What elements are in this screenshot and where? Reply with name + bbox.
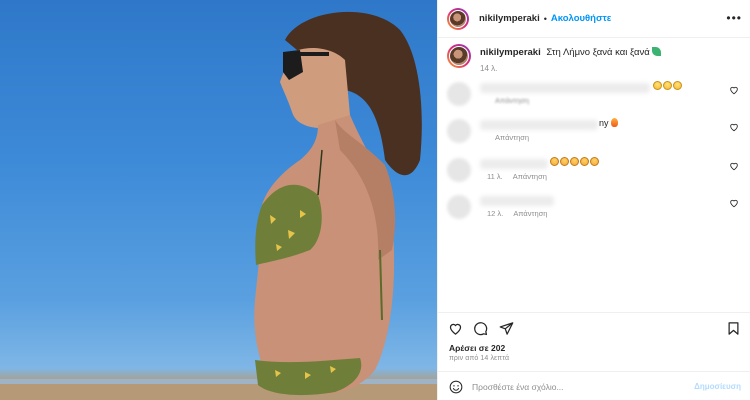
leaf-emoji-icon — [652, 47, 662, 56]
caption-avatar[interactable] — [447, 44, 471, 68]
comment-avatar[interactable] — [447, 119, 471, 143]
comment-meta: 11 λ. Απάντηση — [487, 172, 547, 181]
heart-eyes-emoji-icon — [570, 157, 579, 166]
add-comment-bar: Δημοσίευση — [438, 371, 750, 400]
comment-meta: Απάντηση — [487, 96, 529, 105]
comment-bubble-icon[interactable] — [473, 321, 488, 336]
comment-visible-text: ny — [599, 118, 609, 128]
post-caption: nikilymperaki Στη Λήμνο ξανά και ξανά 14… — [447, 44, 662, 75]
emoji-smile-icon[interactable] — [449, 380, 463, 394]
comment-tail: ny — [599, 118, 619, 128]
more-horizontal-icon[interactable]: ••• — [726, 12, 742, 24]
heart-eyes-emoji-icon — [590, 157, 599, 166]
comment-item: 12 λ. Απάντηση — [447, 193, 743, 223]
avatar[interactable] — [447, 7, 469, 30]
fire-emoji-icon — [611, 118, 619, 127]
comment-emojis — [550, 157, 600, 167]
comment-meta: Απάντηση — [487, 133, 529, 142]
heart-eyes-emoji-icon — [580, 157, 589, 166]
reply-button[interactable]: Απάντηση — [513, 172, 547, 181]
laughing-emoji-icon — [653, 81, 662, 90]
follow-button[interactable]: Ακολουθήστε — [551, 13, 611, 24]
photo-illustration — [0, 11, 437, 400]
like-heart-icon[interactable] — [448, 321, 463, 336]
comment-item: 11 λ. Απάντηση — [447, 156, 743, 186]
comment-meta: 12 λ. Απάντηση — [487, 209, 547, 218]
heart-icon[interactable] — [729, 122, 739, 132]
comment-item: ny Απάντηση — [447, 117, 743, 147]
comment-avatar[interactable] — [447, 82, 471, 106]
comment-time: 12 λ. — [487, 209, 504, 218]
comment-input[interactable] — [472, 378, 682, 395]
post-header: nikilymperaki • Ακολουθήστε ••• — [438, 0, 750, 38]
action-bar — [438, 312, 750, 338]
blurred-comment-text — [480, 83, 650, 93]
laughing-emoji-icon — [663, 81, 672, 90]
blurred-comment-text — [480, 159, 548, 169]
heart-icon[interactable] — [729, 198, 739, 208]
post-comment-button[interactable]: Δημοσίευση — [694, 382, 741, 391]
blurred-comment-text — [480, 120, 598, 130]
heart-icon[interactable] — [729, 85, 739, 95]
comment-time: 11 λ. — [487, 172, 503, 181]
caption-time: 14 λ. — [480, 64, 498, 73]
share-send-icon[interactable] — [499, 321, 514, 336]
laughing-emoji-icon — [673, 81, 682, 90]
post-time-ago: πριν από 14 λεπτά — [449, 355, 510, 362]
bookmark-icon[interactable] — [726, 321, 741, 336]
comment-avatar[interactable] — [447, 195, 471, 219]
caption-username[interactable]: nikilymperaki — [480, 47, 541, 58]
likes-count[interactable]: Αρέσει σε 202 — [449, 343, 505, 353]
reply-button[interactable]: Απάντηση — [513, 209, 547, 218]
comment-avatar[interactable] — [447, 158, 471, 182]
comment-item: Απάντηση — [447, 80, 743, 110]
heart-icon[interactable] — [729, 161, 739, 171]
comment-emojis — [653, 81, 683, 91]
heart-eyes-emoji-icon — [550, 157, 559, 166]
reply-button[interactable]: Απάντηση — [495, 96, 529, 105]
reply-button[interactable]: Απάντηση — [495, 133, 529, 142]
heart-eyes-emoji-icon — [560, 157, 569, 166]
post-photo[interactable] — [0, 0, 437, 400]
post-side-panel: nikilymperaki • Ακολουθήστε ••• nikilymp… — [437, 0, 750, 400]
separator-dot: • — [543, 13, 547, 24]
blurred-comment-text — [480, 196, 554, 206]
caption-text: Στη Λήμνο ξανά και ξανά — [546, 47, 650, 58]
username[interactable]: nikilymperaki — [479, 13, 540, 24]
